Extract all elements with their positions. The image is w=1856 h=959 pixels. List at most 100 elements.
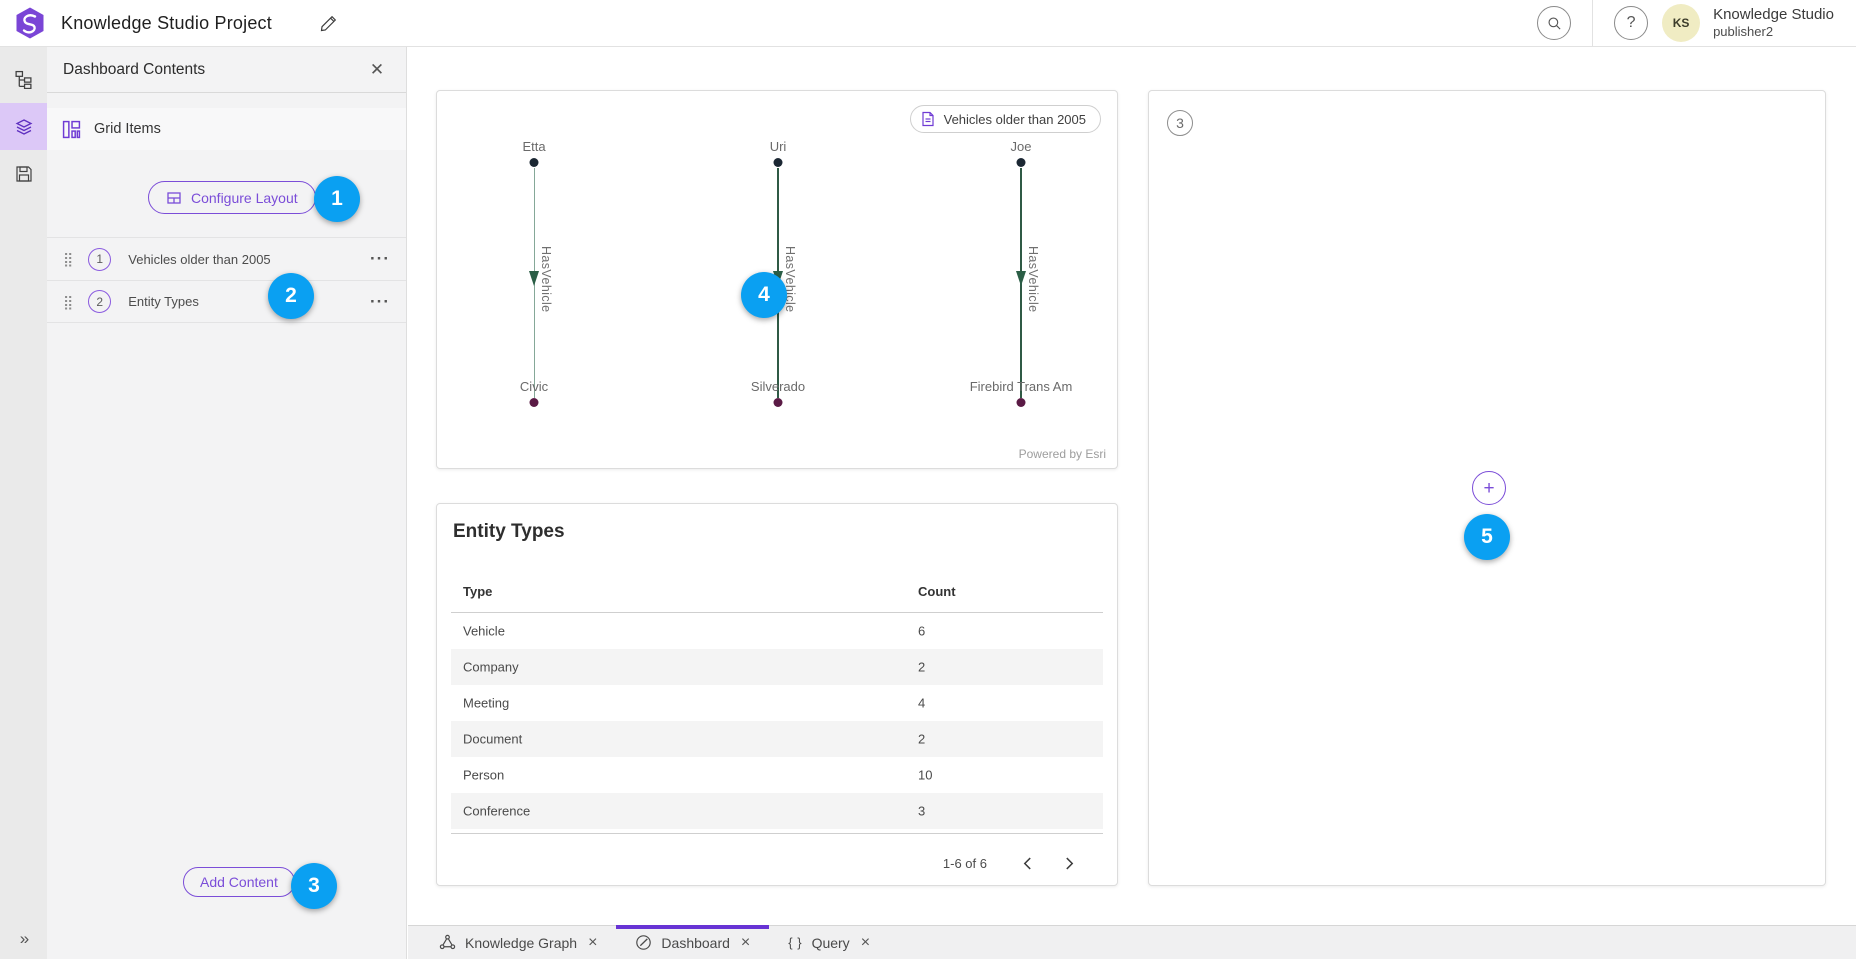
pagination: 1-6 of 6 <box>943 846 1083 880</box>
rail-item-hierarchy[interactable] <box>0 56 47 103</box>
close-panel-button[interactable]: ✕ <box>364 57 390 83</box>
user-menu[interactable]: Knowledge Studio publisher2 <box>1713 6 1834 40</box>
item-label: Vehicles older than 2005 <box>128 252 270 267</box>
chip-label: Vehicles older than 2005 <box>944 112 1086 127</box>
layout-grid-icon <box>166 190 182 206</box>
edge-arrow-icon <box>529 271 539 286</box>
close-icon: ✕ <box>370 60 384 80</box>
bottom-tab-bar: Knowledge Graph × Dashboard × { } Query … <box>408 925 1856 959</box>
graph-node[interactable] <box>1017 158 1026 167</box>
app-header: Knowledge Studio Project ? <box>0 0 1856 47</box>
grid-layout-icon <box>62 120 81 139</box>
cell-count: 2 <box>918 732 925 747</box>
cell-count: 3 <box>918 804 925 819</box>
panel-header: Dashboard Contents ✕ <box>47 47 406 93</box>
tab-label: Dashboard <box>661 935 730 951</box>
next-page-button[interactable] <box>1055 849 1083 877</box>
expand-rail-button[interactable]: » <box>0 919 47 959</box>
user-role: publisher2 <box>1713 24 1834 40</box>
esri-attribution: Powered by Esri <box>1019 447 1106 461</box>
close-tab-icon[interactable]: × <box>741 935 750 951</box>
app-root: Knowledge Studio Project ? <box>0 0 1856 959</box>
item-options-button[interactable]: ··· <box>370 249 390 269</box>
user-name: Knowledge Studio <box>1713 6 1834 24</box>
braces-icon: { } <box>788 935 802 950</box>
header-actions: ? KS Knowledge Studio publisher2 <box>1516 0 1856 46</box>
graph-node[interactable] <box>774 158 783 167</box>
graph-node[interactable] <box>530 398 539 407</box>
pagination-label: 1-6 of 6 <box>943 856 987 871</box>
cell-type: Document <box>463 732 522 747</box>
add-content-button[interactable]: Add Content <box>183 867 295 897</box>
grid-item-list: ⣿ 1 Vehicles older than 2005 ··· ⣿ 2 Ent… <box>47 237 406 323</box>
item-options-button[interactable]: ··· <box>370 292 390 312</box>
close-tab-icon[interactable]: × <box>588 935 597 951</box>
dashboard-gauge-icon <box>635 934 652 951</box>
table-row: Conference 3 <box>451 793 1103 829</box>
tab-dashboard[interactable]: Dashboard × <box>616 926 769 959</box>
entity-types-widget: Entity Types Type Count Vehicle 6 Compan… <box>436 503 1118 886</box>
pencil-icon <box>320 15 337 32</box>
table-footer-rule <box>451 833 1103 834</box>
slot-number-badge: 3 <box>1167 110 1193 136</box>
list-item-vehicles[interactable]: ⣿ 1 Vehicles older than 2005 ··· <box>47 237 406 280</box>
grid-items-section: Grid Items <box>47 108 406 150</box>
report-icon <box>920 111 936 127</box>
save-icon <box>15 165 33 183</box>
cell-type: Vehicle <box>463 624 505 639</box>
layers-icon <box>14 117 34 137</box>
tab-label: Query <box>812 935 850 951</box>
previous-page-button[interactable] <box>1013 849 1041 877</box>
cell-count: 4 <box>918 696 925 711</box>
cell-count: 6 <box>918 624 925 639</box>
callout-badge-3: 3 <box>291 863 337 909</box>
table-title: Entity Types <box>453 521 565 543</box>
cell-type: Meeting <box>463 696 509 711</box>
close-tab-icon[interactable]: × <box>861 935 870 951</box>
edit-title-button[interactable] <box>314 8 344 38</box>
drag-handle-icon[interactable]: ⣿ <box>63 252 73 266</box>
add-widget-button[interactable]: + <box>1472 471 1506 505</box>
left-rail: » <box>0 47 47 959</box>
configure-layout-button[interactable]: Configure Layout <box>148 181 316 214</box>
hierarchy-icon <box>14 70 33 89</box>
avatar[interactable]: KS <box>1662 4 1700 42</box>
edge-arrow-icon <box>1016 271 1026 286</box>
edge-label: HasVehicle <box>539 246 553 313</box>
table-row: Person 10 <box>451 757 1103 793</box>
graph-node[interactable] <box>774 398 783 407</box>
app-logo-icon <box>15 7 45 39</box>
graph-node[interactable] <box>530 158 539 167</box>
drag-handle-icon[interactable]: ⣿ <box>63 295 73 309</box>
search-button[interactable] <box>1537 6 1571 40</box>
rail-item-layers[interactable] <box>0 103 47 150</box>
question-icon: ? <box>1627 14 1636 32</box>
table-row: Document 2 <box>451 721 1103 757</box>
callout-badge-1: 1 <box>314 176 360 222</box>
graph-node[interactable] <box>1017 398 1026 407</box>
column-header-type: Type <box>463 584 492 599</box>
active-tab-indicator <box>616 925 769 929</box>
callout-badge-5: 5 <box>1464 514 1510 560</box>
chevron-left-icon <box>1023 857 1032 870</box>
node-label: Silverado <box>751 379 805 394</box>
graph-source-chip[interactable]: Vehicles older than 2005 <box>910 105 1101 133</box>
cell-type: Conference <box>463 804 530 819</box>
cell-type: Person <box>463 768 504 783</box>
table-row: Vehicle 6 <box>451 613 1103 649</box>
column-header-count: Count <box>918 584 956 599</box>
cell-count: 10 <box>918 768 932 783</box>
table-row: Company 2 <box>451 649 1103 685</box>
edge-label: HasVehicle <box>1026 246 1040 313</box>
tab-label: Knowledge Graph <box>465 935 577 951</box>
tab-knowledge-graph[interactable]: Knowledge Graph × <box>420 926 616 959</box>
tab-query[interactable]: { } Query × <box>769 926 889 959</box>
configure-layout-label: Configure Layout <box>191 190 298 206</box>
node-label: Uri <box>770 139 787 154</box>
rail-item-save[interactable] <box>0 150 47 197</box>
help-button[interactable]: ? <box>1614 6 1648 40</box>
panel-title: Dashboard Contents <box>63 61 205 79</box>
node-label: Firebird Trans Am <box>970 379 1073 394</box>
list-item-entity-types[interactable]: ⣿ 2 Entity Types ··· <box>47 280 406 323</box>
node-label: Etta <box>522 139 545 154</box>
